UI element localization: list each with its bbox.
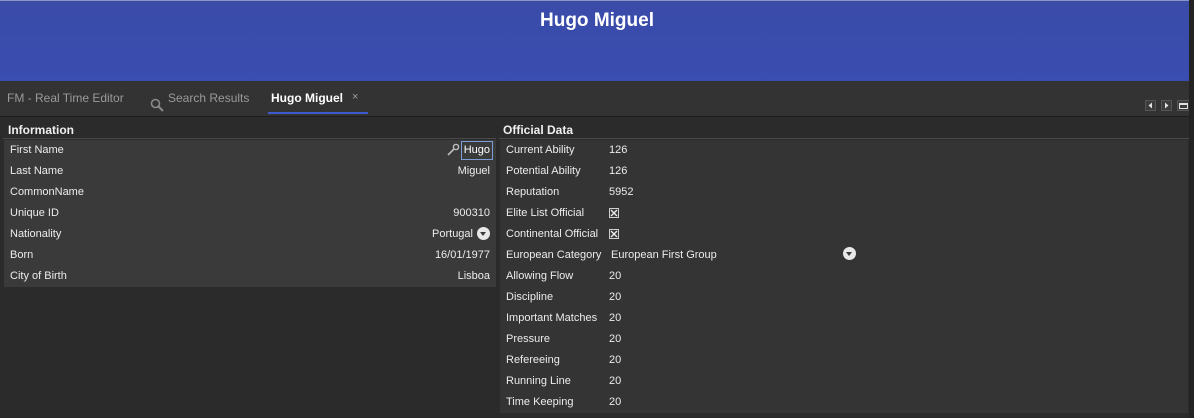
field-label: Continental Official	[506, 228, 599, 240]
pressure-value[interactable]: 20	[609, 329, 621, 350]
time-keeping-value[interactable]: 20	[609, 392, 621, 413]
row-discipline: Discipline 20	[500, 287, 1188, 308]
field-label: Running Line	[506, 375, 571, 387]
allowing-flow-value[interactable]: 20	[609, 266, 621, 287]
field-label: European Category	[506, 249, 602, 261]
potential-ability-value[interactable]: 126	[609, 161, 627, 182]
field-label: Current Ability	[506, 144, 575, 156]
official-data-title: Official Data	[503, 123, 574, 137]
row-time-keeping: Time Keeping 20	[500, 392, 1188, 413]
important-matches-value[interactable]: 20	[609, 308, 621, 329]
page-title: Hugo Miguel	[540, 10, 654, 31]
running-line-value[interactable]: 20	[609, 371, 621, 392]
tab-search-label: Search Results	[168, 91, 250, 105]
row-potential-ability: Potential Ability 126	[500, 161, 1188, 182]
row-unique-id: Unique ID 900310	[4, 203, 496, 224]
field-label: Allowing Flow	[506, 270, 574, 282]
scroll-tabs-left-button[interactable]	[1145, 100, 1156, 111]
row-refereeing: Refereeing 20	[500, 350, 1188, 371]
row-city-of-birth: City of Birth Lisboa	[4, 266, 496, 287]
field-label: Time Keeping	[506, 396, 574, 408]
last-name-value[interactable]: Miguel	[458, 161, 490, 182]
field-label: First Name	[10, 144, 64, 156]
row-running-line: Running Line 20	[500, 371, 1188, 392]
row-common-name: CommonName	[4, 182, 496, 203]
search-icon	[150, 91, 164, 112]
field-label: Important Matches	[506, 312, 598, 324]
field-label: Born	[10, 249, 34, 261]
row-european-category: European Category European First Group	[500, 245, 1188, 266]
information-title: Information	[8, 123, 74, 137]
row-allowing-flow: Allowing Flow 20	[500, 266, 1188, 287]
european-category-select[interactable]: European First Group	[611, 245, 717, 266]
discipline-value[interactable]: 20	[609, 287, 621, 308]
chevron-down-icon[interactable]	[477, 226, 490, 240]
official-data-panel: Current Ability 126 Potential Ability 12…	[500, 140, 1188, 413]
chevron-down-icon[interactable]	[843, 247, 856, 260]
field-label: City of Birth	[10, 270, 67, 282]
field-label: Reputation	[506, 186, 560, 198]
divider	[499, 138, 1189, 139]
born-value[interactable]: 16/01/1977	[435, 245, 490, 266]
field-label: Pressure	[506, 333, 551, 345]
elite-list-official-checkbox[interactable]	[609, 208, 619, 218]
row-important-matches: Important Matches 20	[500, 308, 1188, 329]
field-label: Elite List Official	[506, 207, 585, 219]
row-elite-list-official: Elite List Official	[500, 203, 1188, 224]
row-first-name: First Name Hugo	[4, 140, 496, 161]
app-window: Hugo Miguel FM - Real Time Editor Search…	[0, 0, 1194, 418]
current-ability-value[interactable]: 126	[609, 140, 627, 161]
checkbox-x-icon	[610, 230, 618, 238]
field-label: Last Name	[10, 165, 64, 177]
tab-search-results[interactable]: Search Results	[150, 81, 249, 115]
field-label: Unique ID	[10, 207, 59, 219]
row-born: Born 16/01/1977	[4, 245, 496, 266]
row-current-ability: Current Ability 126	[500, 140, 1188, 161]
divider	[3, 138, 496, 139]
nationality-select[interactable]: Portugal	[432, 224, 490, 245]
reputation-value[interactable]: 5952	[609, 182, 633, 203]
window-icon	[1179, 103, 1188, 109]
active-tab-indicator	[268, 112, 368, 114]
scrollbar[interactable]	[1189, 0, 1194, 418]
field-label: Refereeing	[506, 354, 560, 366]
row-nationality: Nationality Portugal	[4, 224, 496, 245]
information-panel: First Name Hugo Last Name Miguel CommonN…	[4, 140, 496, 287]
row-pressure: Pressure 20	[500, 329, 1188, 350]
continental-official-checkbox[interactable]	[609, 229, 619, 239]
close-tab-icon[interactable]: ×	[352, 91, 358, 103]
city-of-birth-value[interactable]: Lisboa	[458, 266, 490, 287]
checkbox-x-icon	[610, 209, 618, 217]
header-banner: Hugo Miguel	[0, 0, 1194, 81]
tab-hugo-miguel[interactable]: Hugo Miguel	[268, 81, 346, 115]
tab-bar: FM - Real Time Editor Search Results Hug…	[0, 81, 1194, 117]
refereeing-value[interactable]: 20	[609, 350, 621, 371]
row-continental-official: Continental Official	[500, 224, 1188, 245]
field-label: Nationality	[10, 228, 62, 240]
chevron-right-icon	[1165, 102, 1169, 109]
scroll-tabs-right-button[interactable]	[1161, 100, 1172, 111]
first-name-field[interactable]: Hugo	[460, 141, 493, 160]
field-label: Discipline	[506, 291, 554, 303]
picker-icon[interactable]	[446, 143, 460, 157]
unique-id-value[interactable]: 900310	[453, 203, 490, 224]
tab-real-time-editor[interactable]: FM - Real Time Editor	[7, 81, 124, 115]
field-label: Potential Ability	[506, 165, 581, 177]
row-reputation: Reputation 5952	[500, 182, 1188, 203]
nationality-value: Portugal	[432, 228, 473, 240]
row-last-name: Last Name Miguel	[4, 161, 496, 182]
chevron-left-icon	[1148, 102, 1152, 109]
field-label: CommonName	[10, 186, 84, 198]
